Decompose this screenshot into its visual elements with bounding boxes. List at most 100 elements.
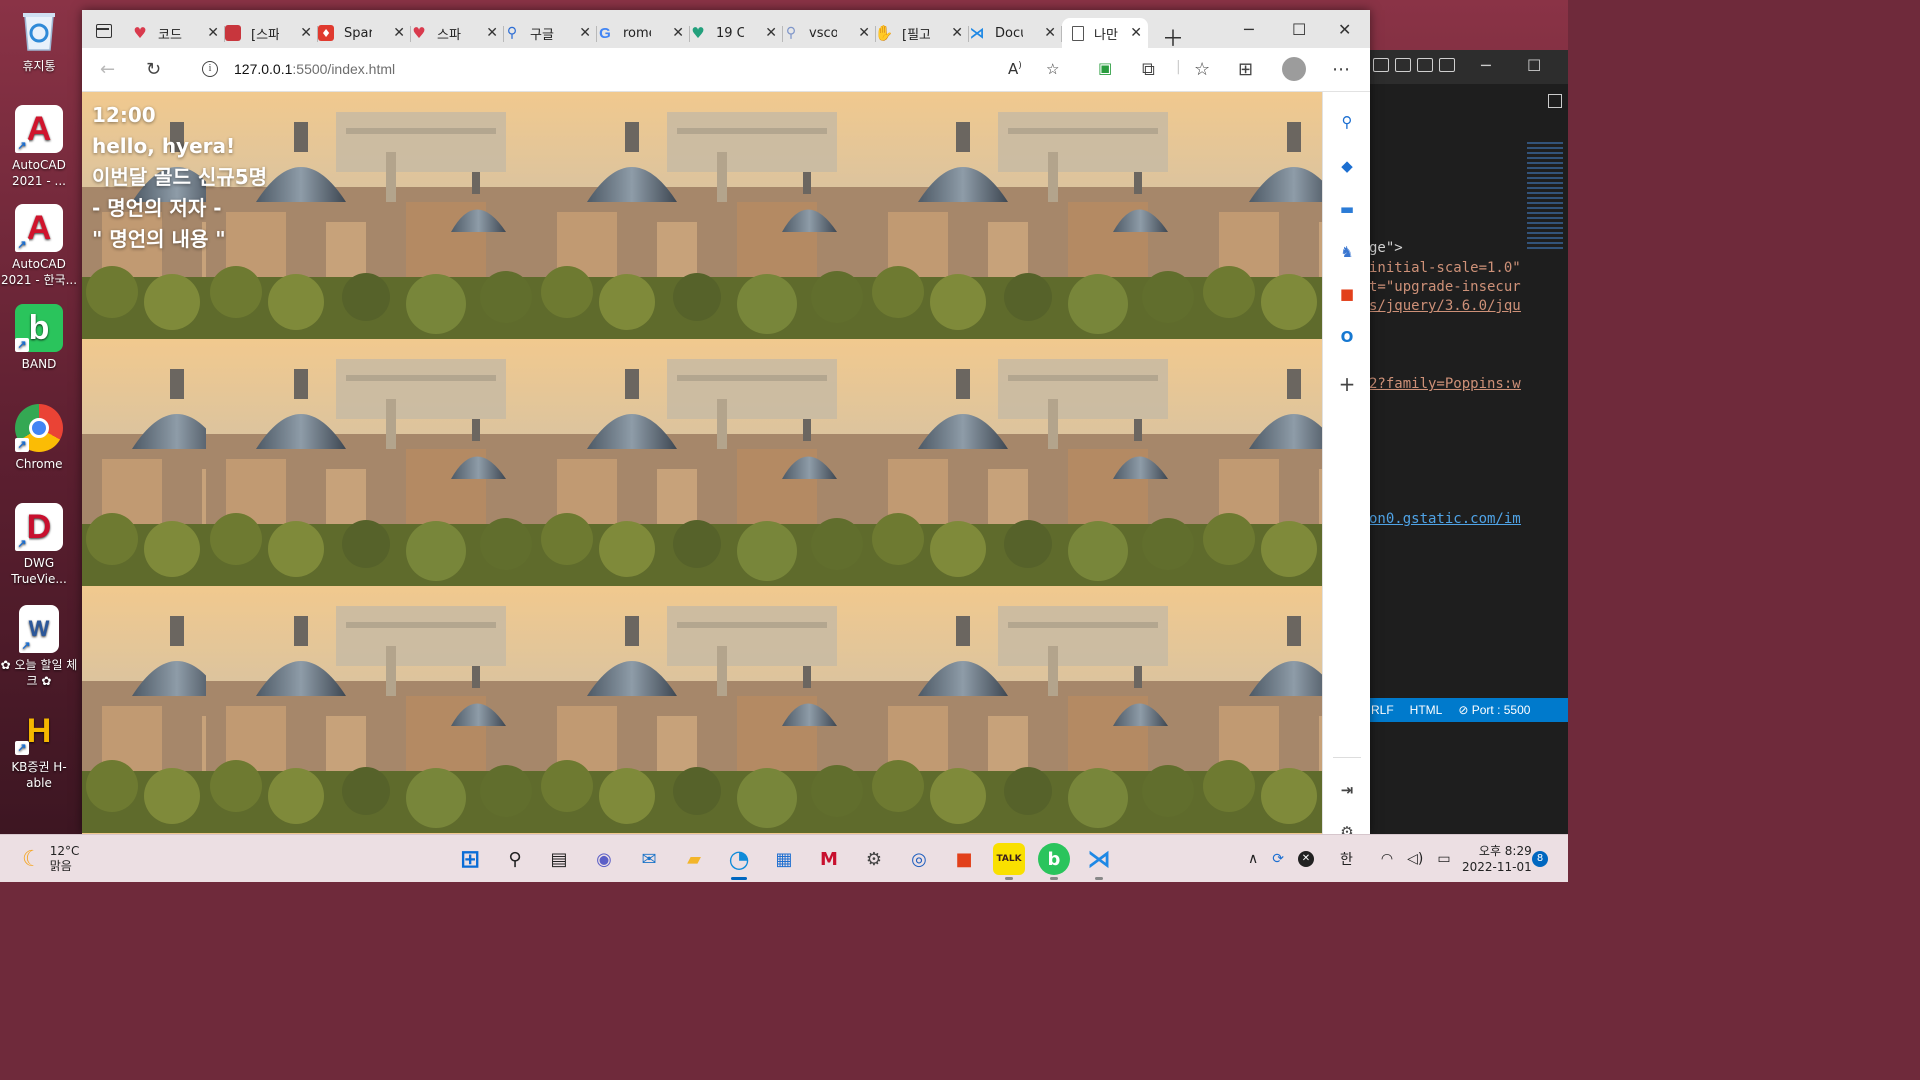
desktop-icon-autocad[interactable]: A ↗ AutoCAD 2021 - ... [0, 105, 78, 189]
autocad-icon: A ↗ [15, 105, 63, 153]
site-info-icon[interactable]: i [202, 61, 218, 77]
edge-icon[interactable]: ◔ [723, 843, 755, 880]
browser-tab[interactable]: ⚲ vsco ✕ [783, 18, 876, 48]
mcafee-icon[interactable]: M [813, 843, 845, 875]
live-server-port[interactable]: ⊘ Port : 5500 [1458, 703, 1530, 717]
cortana-icon[interactable]: ◎ [903, 843, 935, 875]
browser-tab[interactable]: [스파 ✕ [225, 18, 318, 48]
sync-icon[interactable]: ⟳ [1272, 851, 1284, 867]
browser-tab[interactable]: ♦ Spar ✕ [318, 18, 411, 48]
close-tab-icon[interactable]: ✕ [300, 25, 312, 41]
close-tab-icon[interactable]: ✕ [1130, 25, 1142, 41]
app-tray-icon[interactable]: ✕ [1297, 851, 1314, 867]
port-label: Port : 5500 [1471, 703, 1531, 717]
settings-more-icon[interactable]: ⋯ [1332, 59, 1350, 80]
taskbar: ☾ 12°C 맑음 ⊞ ⚲ ▤ ◉ ✉ ▰ ◔ ▦ M ⚙ ◎ ■ TALK b… [0, 834, 1568, 882]
browser-tab[interactable]: ✋ [필고 ✕ [876, 18, 969, 48]
desktop-icon-dwg-trueview[interactable]: D ↗ DWG TrueVie... [0, 503, 78, 587]
add-icon[interactable]: + [1335, 372, 1359, 396]
weather-widget[interactable]: ☾ 12°C 맑음 [22, 835, 79, 883]
tab-label: 나만 [1094, 27, 1118, 43]
minimap[interactable] [1527, 142, 1563, 252]
browser-tab[interactable]: ♥ 코드 ✕ [132, 18, 225, 48]
desktop-icon-kb-hable[interactable]: H ↗ KB증권 H-able [0, 707, 78, 791]
ime-indicator[interactable]: 한 [1340, 849, 1353, 869]
close-tab-icon[interactable]: ✕ [765, 25, 777, 41]
vscode-icon[interactable]: ⋊ [1083, 843, 1115, 880]
background-tile [868, 92, 1199, 339]
office-icon[interactable]: ■ [1335, 282, 1359, 306]
browser-tab[interactable]: ⚲ 구글 ✕ [504, 18, 597, 48]
desktop-icon-band[interactable]: b ↗ BAND [0, 304, 78, 372]
browser-tab[interactable]: ♥ 19 C ✕ [690, 18, 783, 48]
kakaotalk-icon[interactable]: TALK [993, 843, 1025, 880]
games-icon[interactable]: ♞ [1335, 240, 1359, 264]
eol-indicator[interactable]: RLF [1371, 703, 1394, 717]
favorites-icon[interactable]: ☆ [1194, 59, 1210, 80]
store-icon[interactable]: ▦ [768, 843, 800, 875]
settings-icon[interactable]: ⚙ [858, 843, 890, 875]
browser-tab[interactable]: ♥ 스파 ✕ [411, 18, 504, 48]
clock[interactable]: 오후 8:29 2022-11-01 [1462, 835, 1532, 883]
browser-tab[interactable]: G rome ✕ [597, 18, 690, 48]
close-tab-icon[interactable]: ✕ [858, 25, 870, 41]
address-bar[interactable]: i 127.0.0.1:5500/index.html A) ☆ [184, 53, 1080, 87]
office-icon[interactable]: ■ [948, 843, 980, 875]
close-tab-icon[interactable]: ✕ [1044, 25, 1056, 41]
background-tile [1199, 339, 1322, 586]
file-explorer-icon[interactable]: ▰ [678, 843, 710, 875]
show-hidden-icons-icon[interactable]: ∧ [1248, 851, 1258, 867]
google-favicon-icon: G [599, 24, 611, 42]
mail-icon[interactable]: ✉ [633, 843, 665, 875]
close-tab-icon[interactable]: ✕ [393, 25, 405, 41]
tab-strip: ♥ 코드 ✕ [스파 ✕ ♦ Spar ✕ ♥ 스파 ✕ ⚲ 구글 ✕ G ro… [82, 10, 1370, 52]
search-icon[interactable]: ⚲ [499, 843, 531, 875]
teams-chat-icon[interactable]: ◉ [588, 843, 620, 875]
close-tab-icon[interactable]: ✕ [486, 25, 498, 41]
extensions-puzzle-icon[interactable]: ⧉ [1142, 59, 1155, 80]
band-icon[interactable]: b [1038, 843, 1070, 880]
url-text[interactable]: 127.0.0.1:5500/index.html [234, 61, 395, 77]
tag-icon[interactable]: ◆ [1335, 154, 1359, 178]
outlook-icon[interactable]: O [1335, 325, 1359, 349]
language-indicator[interactable]: HTML [1410, 703, 1443, 717]
close-tab-icon[interactable]: ✕ [579, 25, 591, 41]
maximize-icon[interactable]: ☐ [1292, 20, 1306, 39]
battery-icon[interactable]: ▭ [1437, 851, 1450, 867]
clock-date: 2022-11-01 [1462, 860, 1532, 874]
close-tab-icon[interactable]: ✕ [951, 25, 963, 41]
notification-badge[interactable]: 8 [1532, 851, 1548, 867]
maximize-icon[interactable]: ☐ [1527, 56, 1541, 75]
volume-icon[interactable]: ◁) [1407, 851, 1423, 867]
search-icon[interactable]: ⚲ [1335, 110, 1359, 134]
toolbox-icon[interactable]: ▬ [1335, 197, 1359, 221]
desktop-icon-chrome[interactable]: ↗ Chrome [0, 404, 78, 472]
wifi-icon[interactable]: ◠ [1381, 851, 1393, 867]
close-tab-icon[interactable]: ✕ [207, 25, 219, 41]
back-icon[interactable]: ← [100, 59, 115, 80]
start-icon[interactable]: ⊞ [454, 843, 486, 875]
profile-avatar-icon[interactable] [1282, 57, 1306, 81]
extension-icon[interactable]: ▣ [1098, 59, 1112, 77]
code-editor[interactable]: ge"> initial-scale=1.0" t="upgrade-insec… [1369, 50, 1521, 700]
desktop-icon-recycle-bin[interactable]: 휴지통 [0, 6, 78, 74]
desktop-icon-word-doc[interactable]: W ↗ ✿ 오늘 할일 체크 ✿ [0, 605, 78, 689]
minimize-icon[interactable]: ─ [1244, 20, 1254, 39]
read-aloud-icon[interactable]: A) [1008, 60, 1022, 78]
tab-label: 구글 [530, 27, 554, 43]
browser-tab-active[interactable]: 나만 ✕ [1062, 18, 1148, 48]
browser-tab[interactable]: ⋊ Docu ✕ [969, 18, 1062, 48]
split-editor-icon[interactable] [1548, 94, 1562, 108]
favorite-star-icon[interactable]: ☆ [1046, 60, 1059, 78]
task-view-icon[interactable]: ▤ [543, 843, 575, 875]
hide-sidebar-icon[interactable]: ⇥ [1335, 778, 1359, 802]
background-tile [206, 586, 537, 833]
quote-author: - 명언의 저자 - [92, 196, 222, 220]
refresh-icon[interactable]: ↻ [146, 59, 161, 80]
close-window-icon[interactable]: ✕ [1338, 20, 1351, 39]
tab-actions-icon[interactable] [96, 24, 112, 38]
collections-icon[interactable]: ⊞ [1238, 59, 1253, 80]
desktop-icon-autocad-kr[interactable]: A ↗ AutoCAD 2021 - 한국... [0, 204, 78, 288]
close-tab-icon[interactable]: ✕ [672, 25, 684, 41]
weather-condition: 맑음 [49, 859, 72, 873]
